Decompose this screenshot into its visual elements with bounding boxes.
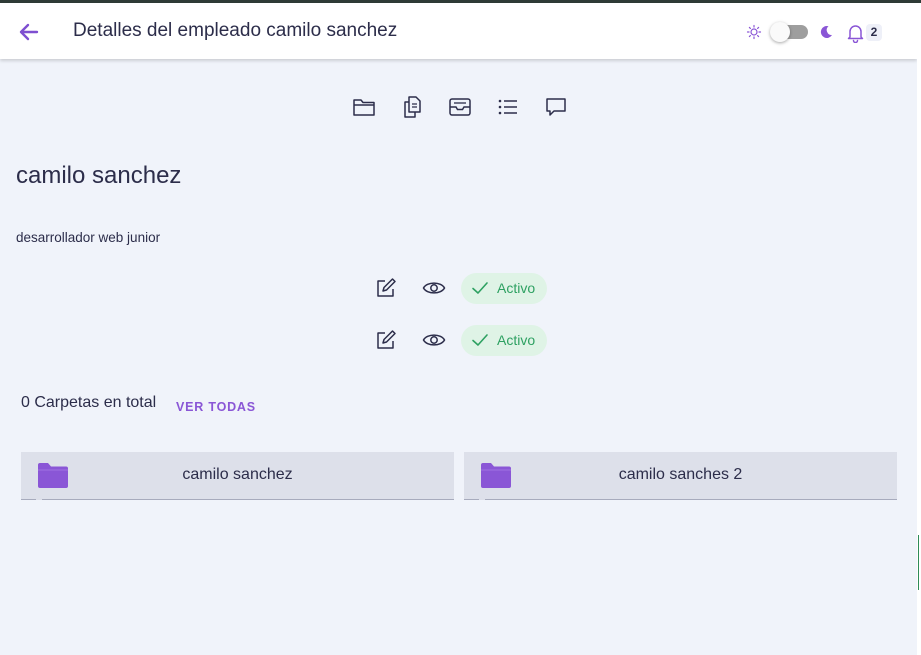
arrow-left-icon	[19, 23, 39, 41]
bell-icon[interactable]	[846, 23, 865, 43]
comment-icon	[546, 98, 566, 116]
eye-icon	[422, 282, 446, 294]
employee-role: desarrollador web junior	[16, 230, 161, 245]
document-row: Activo	[373, 271, 548, 305]
folders-count: 0 Carpetas en total	[21, 394, 157, 411]
folder-card-underline-gap	[36, 499, 42, 500]
moon-icon	[820, 25, 832, 38]
inbox-tab[interactable]	[446, 94, 474, 120]
page-title: Detalles del empleado camilo sanchez	[73, 20, 398, 41]
eye-icon	[422, 334, 446, 346]
notification-count-badge: 2	[866, 24, 882, 41]
folder-name: camilo sanches 2	[618, 466, 743, 483]
employee-toolbar	[350, 94, 570, 120]
theme-switcher	[746, 20, 834, 44]
comments-tab[interactable]	[542, 94, 570, 120]
status-badge: Activo	[461, 272, 548, 304]
folders-tab[interactable]	[350, 94, 378, 120]
sun-icon	[746, 24, 762, 40]
document-row: Activo	[373, 323, 548, 357]
check-icon	[472, 282, 488, 294]
folder-card[interactable]: camilo sanches 2	[464, 452, 897, 500]
employee-name: camilo sanchez	[16, 162, 182, 189]
view-button[interactable]	[421, 275, 447, 301]
status-label: Activo	[497, 280, 536, 296]
inbox-icon	[449, 98, 471, 116]
back-button[interactable]	[16, 19, 42, 45]
folder-card-underline-gap	[479, 499, 485, 500]
list-tab[interactable]	[494, 94, 522, 120]
status-label: Activo	[497, 332, 536, 348]
edit-button[interactable]	[373, 327, 399, 353]
edit-icon	[377, 330, 396, 349]
folder-icon	[353, 99, 375, 116]
status-badge: Activo	[461, 324, 548, 356]
view-button[interactable]	[421, 327, 447, 353]
edit-icon	[377, 278, 396, 297]
documents-icon	[404, 96, 421, 118]
see-all-folders-link[interactable]: VER TODAS	[176, 400, 256, 414]
theme-toggle[interactable]	[770, 22, 808, 42]
check-icon	[472, 334, 488, 346]
folder-card[interactable]: camilo sanchez	[21, 452, 454, 500]
toggle-knob	[770, 22, 790, 42]
app-header: Detalles del empleado camilo sanchez 2	[0, 3, 917, 59]
edit-button[interactable]	[373, 275, 399, 301]
list-icon	[498, 99, 517, 115]
documents-tab[interactable]	[398, 94, 426, 120]
folder-name: camilo sanchez	[182, 466, 293, 483]
